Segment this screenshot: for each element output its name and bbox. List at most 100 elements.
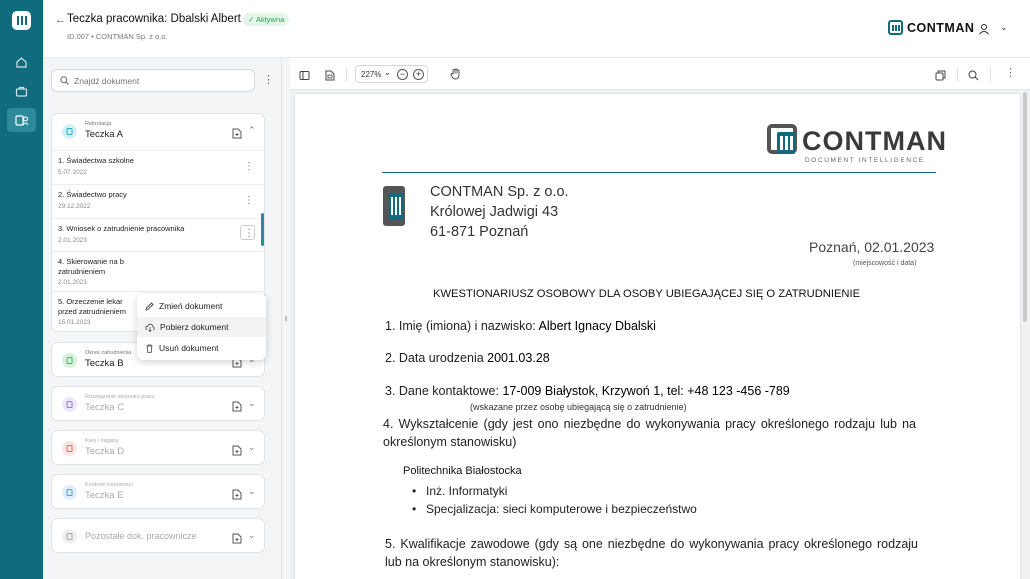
page-view-icon[interactable] (325, 68, 335, 86)
selection-indicator (261, 213, 264, 246)
folder-teczka-e[interactable]: Kontrole trzeźwości Teczka E ⌄ (51, 474, 265, 509)
document-date: 5.07.2022 (58, 169, 87, 176)
menu-item-label: Zmień dokument (159, 301, 223, 311)
brand-logo: CONTMAN (888, 20, 974, 35)
menu-item-edit[interactable]: Zmień dokument (145, 296, 222, 316)
menu-item-download[interactable]: Pobierz dokument (137, 317, 266, 337)
panel-resize-handle[interactable] (282, 58, 290, 579)
cloud-download-icon (145, 323, 155, 332)
zoom-out-icon[interactable]: − (397, 69, 408, 80)
document-more-icon[interactable]: ⋮ (244, 228, 254, 239)
document-name: 1. Świadectwa szkolne (58, 156, 134, 165)
chevron-down-icon[interactable]: ⌄ (1000, 22, 1008, 33)
folder-header[interactable]: Rekrutacja Teczka A ⌃ (52, 114, 264, 150)
education-item: Inż. Informatyki (412, 484, 507, 498)
search-icon (60, 76, 69, 85)
briefcase-icon[interactable] (7, 79, 36, 103)
employees-icon[interactable] (7, 108, 36, 132)
folder-category: Okres zatrudnienia (85, 350, 132, 356)
folder-category: Kary i nagany (85, 438, 119, 444)
folder-other-documents[interactable]: Pozostałe dok. pracownicze ⌄ (51, 518, 265, 553)
company-logo-icon (383, 186, 405, 226)
document-viewer: 227% ⌄ − + ⋮ CONTMAN DOCUMENT INTELLIGEN… (290, 58, 1030, 579)
viewer-toolbar: 227% ⌄ − + ⋮ (290, 58, 1030, 90)
chevron-up-icon[interactable]: ⌃ (248, 125, 256, 136)
chevron-down-icon[interactable]: ⌄ (248, 486, 256, 497)
page-subtitle: ID.007 • CONTMAN Sp. z o.o. (67, 32, 168, 41)
document-date: 15.01.2023 (58, 319, 91, 326)
app-logo-icon[interactable] (12, 11, 31, 30)
folder-teczka-a: Rekrutacja Teczka A ⌃ 1. Świadectwa szko… (51, 113, 266, 360)
copy-icon[interactable] (935, 68, 946, 86)
contact-note: (wskazane przez osobę ubiegającą się o z… (470, 402, 687, 412)
page-header: ← Teczka pracownika: Dbalski Albert ✓ Ak… (43, 0, 1030, 58)
zoom-in-icon[interactable]: + (413, 69, 424, 80)
logo-text: CONTMAN (802, 126, 947, 156)
menu-item-label: Usuń dokument (159, 343, 219, 353)
question-3: 3. Dane kontaktowe: 17-009 Białystok, Kr… (385, 384, 790, 398)
sidebar-more-icon[interactable]: ⋮ (263, 75, 274, 86)
folder-category: Kontrole trzeźwości (85, 482, 133, 488)
zoom-select[interactable]: 227% ⌄ − + (355, 65, 428, 83)
place-date: Poznań, 02.01.2023 (809, 239, 935, 255)
page-title: Teczka pracownika: Dbalski Albert (67, 13, 241, 25)
viewer-more-icon[interactable]: ⋮ (1005, 68, 1016, 79)
document-item[interactable]: 4. Skierowanie na b zatrudnieniem 2.01.2… (52, 251, 265, 291)
document-more-icon[interactable]: ⋮ (244, 161, 254, 172)
folder-icon (62, 485, 77, 500)
menu-item-delete[interactable]: Usuń dokument (145, 338, 219, 358)
search-box[interactable] (51, 69, 255, 92)
brand-logo-icon (888, 20, 903, 35)
chevron-down-icon[interactable]: ⌄ (248, 442, 256, 453)
answer-2: 2001.03.28 (487, 351, 550, 365)
document-item[interactable]: 2. Świadectwo pracy 29.12.2022 ⋮ (52, 184, 265, 218)
question-4: 4. Wykształcenie (gdy jest ono niezbędne… (383, 417, 916, 449)
document-name-line2: przed zatrudnieniem (58, 307, 126, 316)
hand-tool-icon[interactable] (450, 67, 461, 85)
folder-icon (62, 397, 77, 412)
place-date-note: (miejscowość i data) (853, 260, 917, 267)
folder-name: Teczka B (85, 358, 124, 369)
document-date: 2.01.2023 (58, 279, 87, 286)
contman-logo-icon (767, 124, 797, 154)
document-item-selected[interactable]: 3. Wniosek o zatrudnienie pracownika 2.0… (52, 218, 265, 251)
status-badge: ✓ Aktywna (243, 13, 290, 26)
company-street: Królowej Jadwigi 43 (430, 204, 559, 220)
document-item[interactable]: 1. Świadectwa szkolne 5.07.2022 ⋮ (52, 150, 265, 184)
arrow-left-icon[interactable]: ← (55, 14, 66, 26)
search-input[interactable] (74, 73, 244, 88)
folder-icon (62, 353, 77, 368)
zoom-chevron-icon: ⌄ (384, 68, 391, 77)
toolbar-divider (346, 67, 347, 82)
documents-sidebar: ⋮ Rekrutacja Teczka A ⌃ 1. Świadectwa sz… (43, 58, 282, 579)
folder-category: Rozwiązanie stosunku pracy (85, 394, 155, 400)
toolbar-divider (957, 67, 958, 82)
add-document-icon[interactable] (232, 531, 242, 549)
search-icon[interactable] (968, 68, 979, 86)
answer-1: Albert Ignacy Dbalski (538, 319, 656, 333)
header-rule (382, 172, 936, 173)
viewer-scrollbar[interactable] (1023, 92, 1027, 322)
folder-teczka-d[interactable]: Kary i nagany Teczka D ⌄ (51, 430, 265, 465)
answer-3: 17-009 Białystok, Krzywoń 1, tel: +48 12… (502, 384, 790, 398)
document-date: 2.01.2023 (58, 237, 87, 244)
sidebar-toggle-icon[interactable] (299, 68, 310, 86)
question-5: 5. Kwalifikacje zawodowe (gdy są one nie… (385, 537, 918, 569)
document-context-menu: Zmień dokument Pobierz dokument Usuń dok… (137, 294, 266, 360)
add-document-icon[interactable] (232, 399, 242, 417)
logo-tagline: DOCUMENT INTELLIGENCE (805, 157, 925, 164)
document-page: CONTMAN DOCUMENT INTELLIGENCE CONTMAN Sp… (295, 94, 1020, 579)
folder-teczka-c[interactable]: Rozwiązanie stosunku pracy Teczka C ⌄ (51, 386, 265, 421)
chevron-down-icon[interactable]: ⌄ (248, 530, 256, 541)
add-document-icon[interactable] (232, 487, 242, 505)
document-date: 29.12.2022 (58, 203, 91, 210)
document-title: KWESTIONARIUSZ OSOBOWY DLA OSOBY UBIEGAJ… (433, 288, 861, 300)
home-icon[interactable] (7, 50, 36, 74)
chevron-down-icon[interactable]: ⌄ (248, 398, 256, 409)
add-document-icon[interactable] (232, 443, 242, 461)
user-icon[interactable] (978, 22, 990, 40)
education-school: Politechnika Białostocka (403, 465, 522, 477)
add-document-icon[interactable] (232, 126, 242, 144)
folder-icon (62, 529, 77, 544)
document-more-icon[interactable]: ⋮ (244, 195, 254, 206)
